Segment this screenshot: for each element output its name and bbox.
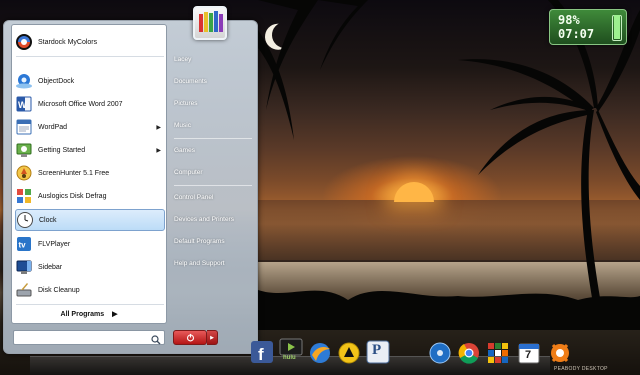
svg-text:tv: tv (19, 241, 27, 250)
program-disk-cleanup[interactable]: Disk Cleanup (15, 279, 165, 301)
hulu-icon[interactable]: hulu (279, 338, 303, 362)
place-pictures[interactable]: Pictures (172, 95, 254, 113)
crayons-icon (199, 11, 223, 32)
program-label: ScreenHunter 5.1 Free (38, 169, 110, 177)
shutdown-button[interactable] (173, 330, 207, 345)
program-screenhunter[interactable]: ScreenHunter 5.1 Free (15, 162, 165, 184)
place-computer[interactable]: Computer (172, 164, 254, 182)
place-control-panel[interactable]: Control Panel (172, 189, 254, 207)
dock-brand-label: PEABODY DESKTOP (554, 366, 608, 372)
submenu-arrow-icon: ▶ (156, 124, 161, 131)
search-icon[interactable] (151, 332, 161, 350)
chevron-right-icon: ▶ (210, 334, 214, 341)
aim-icon[interactable] (337, 341, 361, 365)
user-picture[interactable] (193, 6, 227, 40)
wordpad-icon (15, 118, 33, 136)
getting-started-icon (15, 141, 33, 159)
place-documents[interactable]: Documents (172, 73, 254, 91)
program-word-2007[interactable]: W Microsoft Office Word 2007 (15, 93, 165, 115)
rubiks-cube-icon[interactable] (486, 341, 510, 365)
clock-icon (16, 211, 34, 229)
chrome-icon[interactable] (457, 341, 481, 365)
program-label: Sidebar (38, 263, 63, 271)
start-menu: Stardock MyColors ObjectDock W Microsoft… (3, 20, 258, 354)
search-input[interactable] (18, 336, 148, 349)
place-help-and-support[interactable]: Help and Support (172, 255, 254, 273)
screenhunter-icon (15, 164, 33, 182)
browser-icon[interactable] (308, 341, 332, 365)
divider (174, 138, 252, 139)
program-label: WordPad (38, 123, 68, 131)
disk-cleanup-icon (15, 281, 33, 299)
shutdown-options-button[interactable]: ▶ (207, 330, 218, 345)
program-label: FLVPlayer (38, 240, 71, 248)
program-stardock-mycolors[interactable]: Stardock MyColors (15, 31, 165, 53)
pandora-icon[interactable]: P (366, 340, 390, 364)
places-pane: Lacey Documents Pictures Music Games Com… (168, 21, 258, 326)
program-auslogics-disk-defrag[interactable]: Auslogics Disk Defrag (15, 185, 165, 207)
battery-gadget[interactable]: 98% 07:07 (549, 9, 627, 45)
program-clock[interactable]: Clock (15, 209, 165, 231)
program-label: Getting Started (38, 146, 86, 154)
divider (174, 185, 252, 186)
divider (16, 56, 164, 57)
avast-icon[interactable] (548, 341, 572, 365)
program-label: Auslogics Disk Defrag (38, 192, 107, 200)
calendar-day: 7 (525, 349, 532, 361)
program-label: Microsoft Office Word 2007 (38, 100, 123, 108)
power-icon (186, 333, 194, 342)
submenu-arrow-icon: ▶ (156, 147, 161, 154)
all-programs-label: All Programs (60, 311, 105, 318)
program-label: ObjectDock (38, 77, 75, 85)
program-objectdock[interactable]: ObjectDock (15, 70, 165, 92)
battery-icon (612, 15, 622, 41)
hulu-label: hulu (283, 355, 296, 361)
divider (16, 304, 164, 305)
flvplayer-icon: tv (15, 235, 33, 253)
program-getting-started[interactable]: Getting Started ▶ (15, 139, 165, 161)
battery-level-fill (614, 15, 620, 39)
place-music[interactable]: Music (172, 117, 254, 135)
pandora-label: P (372, 342, 382, 358)
place-games[interactable]: Games (172, 142, 254, 160)
search-box[interactable] (13, 330, 165, 349)
objectdock-icon (15, 72, 33, 90)
all-programs-button[interactable]: All Programs ▶ (12, 308, 166, 322)
facebook-icon[interactable]: f (250, 340, 274, 364)
dvd-icon[interactable] (428, 341, 452, 365)
program-label: Stardock MyColors (38, 38, 98, 46)
word-icon: W (15, 95, 33, 113)
program-sidebar[interactable]: Sidebar (15, 256, 165, 278)
programs-pane: Stardock MyColors ObjectDock W Microsoft… (11, 24, 167, 324)
program-wordpad[interactable]: WordPad ▶ (15, 116, 165, 138)
palm-trees (258, 0, 640, 330)
place-default-programs[interactable]: Default Programs (172, 233, 254, 251)
arrow-right-icon: ▶ (112, 311, 118, 318)
svg-text:f: f (258, 345, 264, 364)
program-label: Clock (39, 216, 57, 224)
program-flvplayer[interactable]: tv FLVPlayer (15, 233, 165, 255)
disk-defrag-icon (15, 187, 33, 205)
calendar-icon[interactable]: 7 (517, 341, 541, 365)
sidebar-icon (15, 258, 33, 276)
place-devices-and-printers[interactable]: Devices and Printers (172, 211, 254, 229)
program-label: Disk Cleanup (38, 286, 80, 294)
place-user-folder[interactable]: Lacey (172, 51, 254, 69)
stardock-mycolors-icon (15, 33, 33, 51)
svg-text:W: W (18, 100, 27, 110)
